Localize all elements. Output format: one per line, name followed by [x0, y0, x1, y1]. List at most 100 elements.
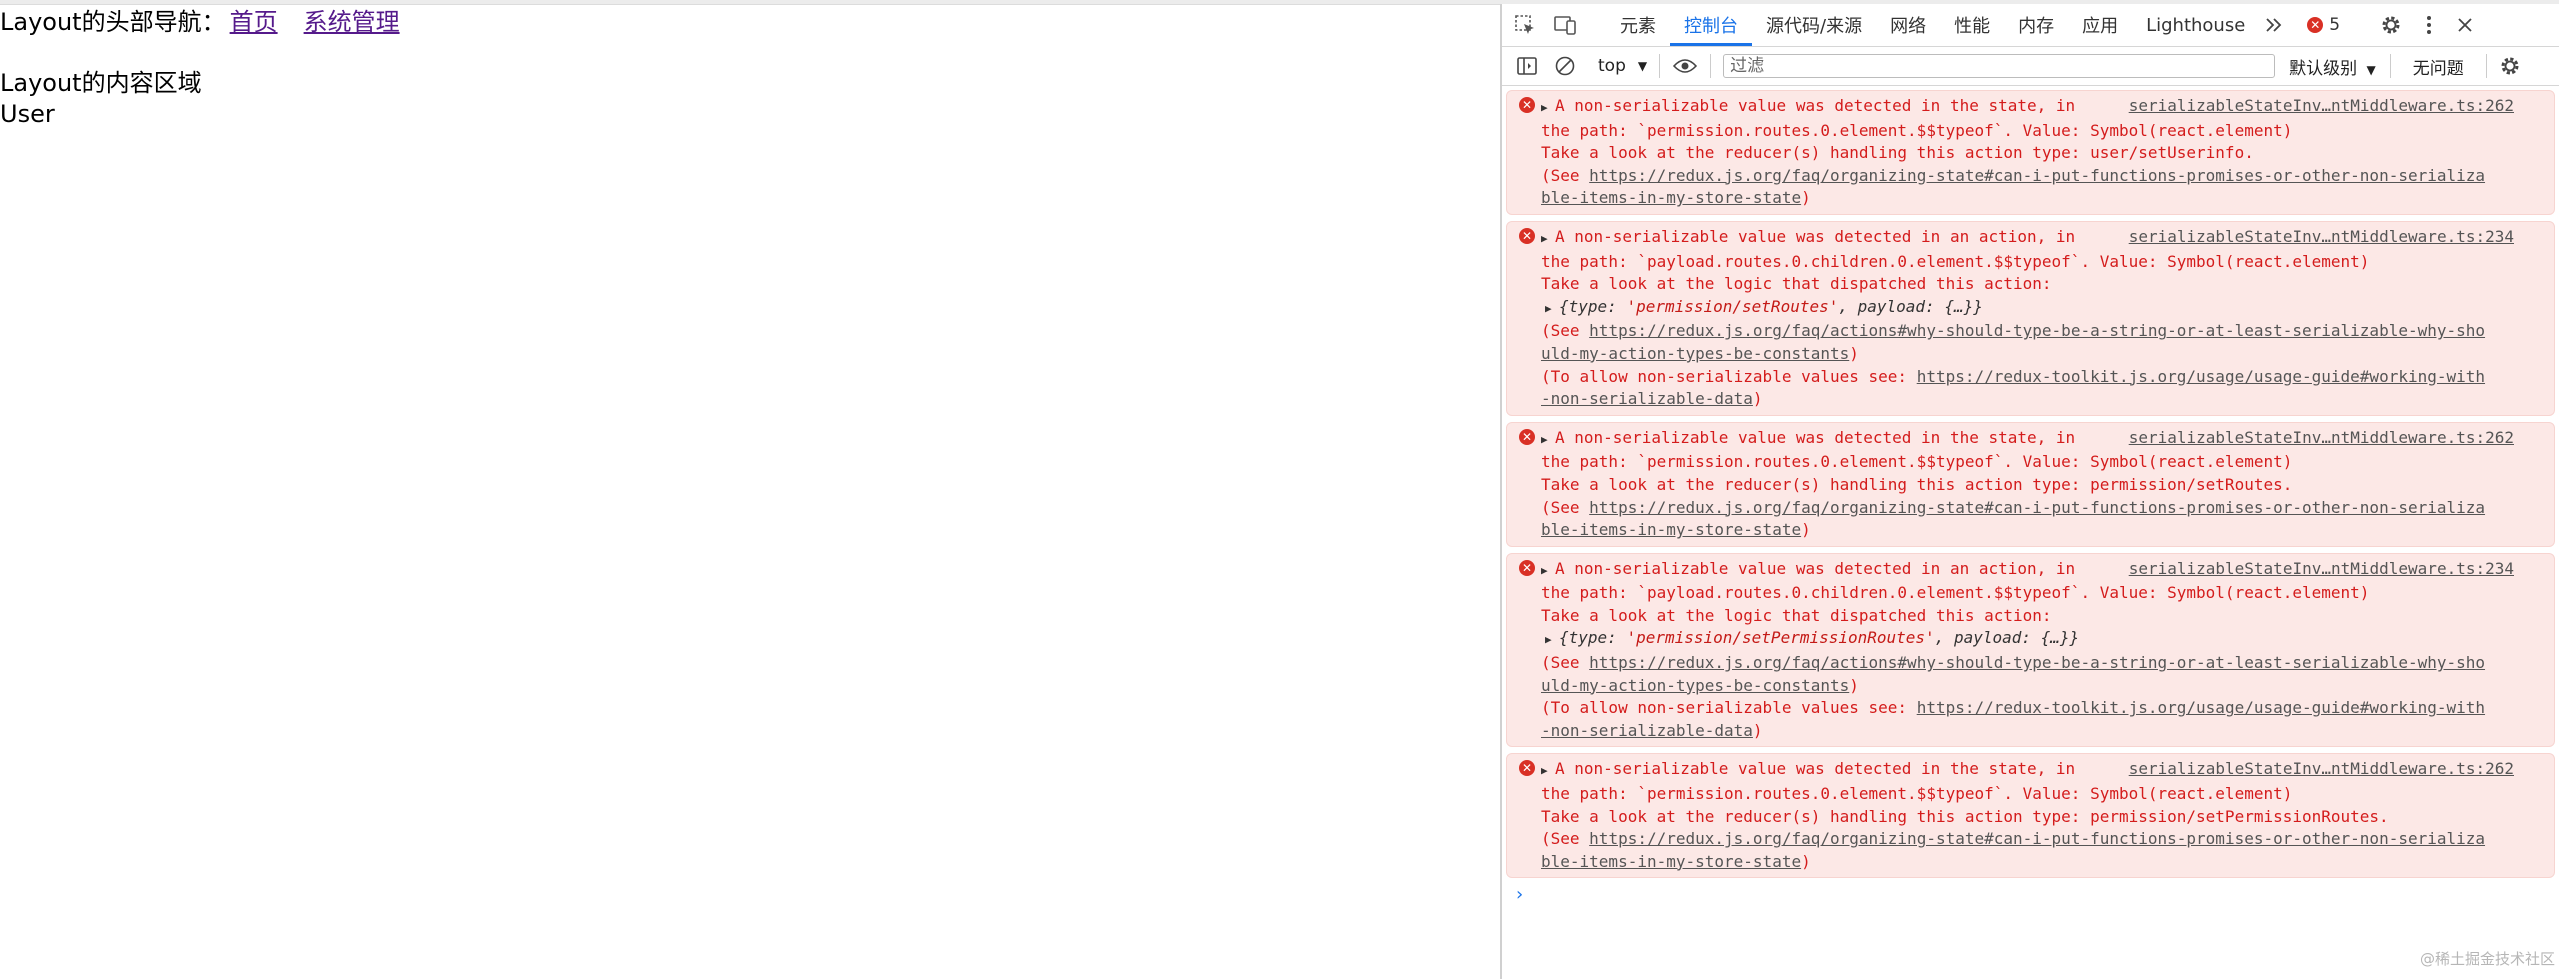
- expand-triangle-icon[interactable]: ▶: [1541, 560, 1551, 583]
- device-toolbar-icon[interactable]: [1552, 12, 1578, 38]
- error-text: the path: `payload.routes.0.children.0.e…: [1541, 583, 2370, 603]
- source-link[interactable]: serializableStateInv…ntMiddleware.ts:234: [2129, 558, 2514, 581]
- error-text: Take a look at the logic that dispatched…: [1541, 274, 2052, 294]
- action-object[interactable]: ▶ {type: 'permission/setPermissionRoutes'…: [1541, 627, 2514, 652]
- console-prompt-row[interactable]: ›: [1502, 884, 2559, 914]
- app-page: Layout的头部导航： 首页 系统管理 Layout的内容区域 User: [0, 0, 1500, 979]
- error-text: Take a look at the reducer(s) handling t…: [1541, 806, 2389, 826]
- error-text: the path: `payload.routes.0.children.0.e…: [1541, 251, 2370, 271]
- console-messages: ✕ serializableStateInv…ntMiddleware.ts:2…: [1502, 90, 2559, 914]
- tab-application[interactable]: 应用: [2068, 4, 2132, 46]
- action-object[interactable]: ▶ {type: 'permission/setRoutes', payload:…: [1541, 296, 2514, 321]
- toolbar-divider: [1710, 54, 1712, 78]
- expand-triangle-icon[interactable]: ▶: [1541, 97, 1551, 120]
- error-text: ): [1752, 720, 1763, 740]
- object-text: , payload: {…}}: [1934, 628, 2080, 648]
- close-icon[interactable]: [2452, 12, 2478, 38]
- more-vert-icon[interactable]: [2416, 12, 2442, 38]
- error-icon: ✕: [1519, 227, 1535, 244]
- docs-link[interactable]: -non-serializable-data: [1541, 721, 1753, 740]
- clear-console-icon[interactable]: [1552, 53, 1578, 79]
- docs-link[interactable]: ble-items-in-my-store-state: [1541, 188, 1801, 207]
- docs-link[interactable]: https://redux-toolkit.js.org/usage/usage…: [1917, 698, 2485, 717]
- error-text: A non-serializable value was detected in…: [1555, 96, 2076, 115]
- console-error-message: ✕ serializableStateInv…ntMiddleware.ts:2…: [1506, 421, 2555, 547]
- error-text: ): [1752, 389, 1763, 409]
- error-icon: ✕: [1519, 97, 1535, 113]
- context-selector[interactable]: top ▼: [1598, 56, 1647, 76]
- docs-link[interactable]: https://redux.js.org/faq/organizing-stat…: [1589, 829, 2485, 848]
- content-user: User: [0, 100, 55, 128]
- log-levels-dropdown[interactable]: 默认级别 ▼: [2289, 54, 2376, 79]
- issues-status[interactable]: 无问题: [2413, 54, 2464, 79]
- docs-link[interactable]: https://redux.js.org/faq/organizing-stat…: [1589, 498, 2485, 517]
- error-text: ): [1801, 188, 1811, 208]
- expand-triangle-icon[interactable]: ▶: [1545, 298, 1555, 321]
- console-error-message: ✕ serializableStateInv…ntMiddleware.ts:2…: [1506, 552, 2555, 748]
- error-text: ): [1849, 343, 1859, 363]
- devtools-panel: 元素 控制台 源代码/来源 网络 性能 内存 应用 Lighthouse ✕ 5: [1500, 4, 2559, 979]
- docs-link[interactable]: https://redux.js.org/faq/organizing-stat…: [1589, 166, 2485, 185]
- error-count-badge[interactable]: ✕ 5: [2307, 15, 2340, 35]
- nav-link-system-management[interactable]: 系统管理: [304, 8, 400, 36]
- docs-link[interactable]: ble-items-in-my-store-state: [1541, 520, 1801, 539]
- error-text: (To allow non-serializable values see:: [1541, 366, 1917, 386]
- console-error-message: ✕ serializableStateInv…ntMiddleware.ts:2…: [1506, 90, 2555, 215]
- docs-link[interactable]: uld-my-action-types-be-constants: [1541, 676, 1849, 695]
- expand-triangle-icon[interactable]: ▶: [1541, 228, 1551, 251]
- sidebar-toggle-icon[interactable]: [1514, 53, 1540, 79]
- error-icon: ✕: [1519, 559, 1535, 576]
- console-error-message: ✕ serializableStateInv…ntMiddleware.ts:2…: [1506, 220, 2555, 416]
- context-value: top: [1598, 56, 1626, 76]
- toolbar-divider: [2485, 54, 2487, 78]
- error-text: the path: `permission.routes.0.element.$…: [1541, 120, 2293, 140]
- content-area: Layout的内容区域 User: [0, 68, 202, 130]
- error-text: (To allow non-serializable values see:: [1541, 698, 1917, 718]
- source-link[interactable]: serializableStateInv…ntMiddleware.ts:262: [2129, 758, 2514, 781]
- docs-link[interactable]: https://redux-toolkit.js.org/usage/usage…: [1917, 367, 2485, 386]
- error-text: (See: [1541, 497, 1590, 517]
- docs-link[interactable]: ble-items-in-my-store-state: [1541, 852, 1801, 871]
- expand-triangle-icon[interactable]: ▶: [1541, 429, 1551, 452]
- tab-elements[interactable]: 元素: [1606, 4, 1670, 46]
- console-prompt-icon: ›: [1516, 884, 1524, 906]
- expand-triangle-icon[interactable]: ▶: [1541, 760, 1551, 783]
- error-text: (See: [1541, 829, 1590, 849]
- tab-performance[interactable]: 性能: [1940, 4, 2004, 46]
- tab-lighthouse[interactable]: Lighthouse: [2132, 4, 2259, 46]
- error-text: ): [1849, 675, 1859, 695]
- source-link[interactable]: serializableStateInv…ntMiddleware.ts:234: [2129, 226, 2514, 249]
- console-settings-gear-icon[interactable]: [2497, 53, 2523, 79]
- tab-sources[interactable]: 源代码/来源: [1752, 4, 1876, 46]
- gear-icon[interactable]: [2378, 12, 2404, 38]
- object-type-string: 'permission/setRoutes': [1626, 296, 1839, 316]
- tab-network[interactable]: 网络: [1876, 4, 1940, 46]
- inspect-element-icon[interactable]: [1512, 12, 1538, 38]
- filter-input[interactable]: [1723, 54, 2276, 78]
- error-text: Take a look at the logic that dispatched…: [1541, 605, 2052, 625]
- tab-memory[interactable]: 内存: [2004, 4, 2068, 46]
- docs-link[interactable]: uld-my-action-types-be-constants: [1541, 344, 1849, 363]
- eye-icon[interactable]: [1672, 53, 1698, 79]
- object-text: , payload: {…}}: [1838, 296, 1983, 316]
- source-link[interactable]: serializableStateInv…ntMiddleware.ts:262: [2129, 95, 2514, 118]
- chevrons-right-icon[interactable]: [2261, 12, 2287, 38]
- docs-link[interactable]: https://redux.js.org/faq/actions#why-sho…: [1589, 321, 2485, 340]
- docs-link[interactable]: https://redux.js.org/faq/actions#why-sho…: [1589, 653, 2485, 672]
- error-text: A non-serializable value was detected in…: [1555, 427, 2076, 447]
- error-text: the path: `permission.routes.0.element.$…: [1541, 784, 2293, 804]
- log-levels-label: 默认级别: [2289, 58, 2358, 79]
- error-icon: ✕: [1519, 760, 1535, 777]
- object-text: {type:: [1559, 296, 1627, 316]
- error-text: (See: [1541, 653, 1590, 673]
- expand-triangle-icon[interactable]: ▶: [1545, 629, 1555, 652]
- tab-console[interactable]: 控制台: [1670, 4, 1752, 46]
- source-link[interactable]: serializableStateInv…ntMiddleware.ts:262: [2129, 427, 2514, 450]
- content-title: Layout的内容区域: [0, 69, 202, 97]
- docs-link[interactable]: -non-serializable-data: [1541, 389, 1753, 408]
- error-count: 5: [2329, 15, 2341, 35]
- nav-link-home[interactable]: 首页: [230, 8, 278, 36]
- toolbar-divider: [2389, 54, 2391, 78]
- console-toolbar: top ▼ 默认级别 ▼ 无问题: [1502, 47, 2559, 86]
- error-text: A non-serializable value was detected in…: [1555, 226, 2076, 246]
